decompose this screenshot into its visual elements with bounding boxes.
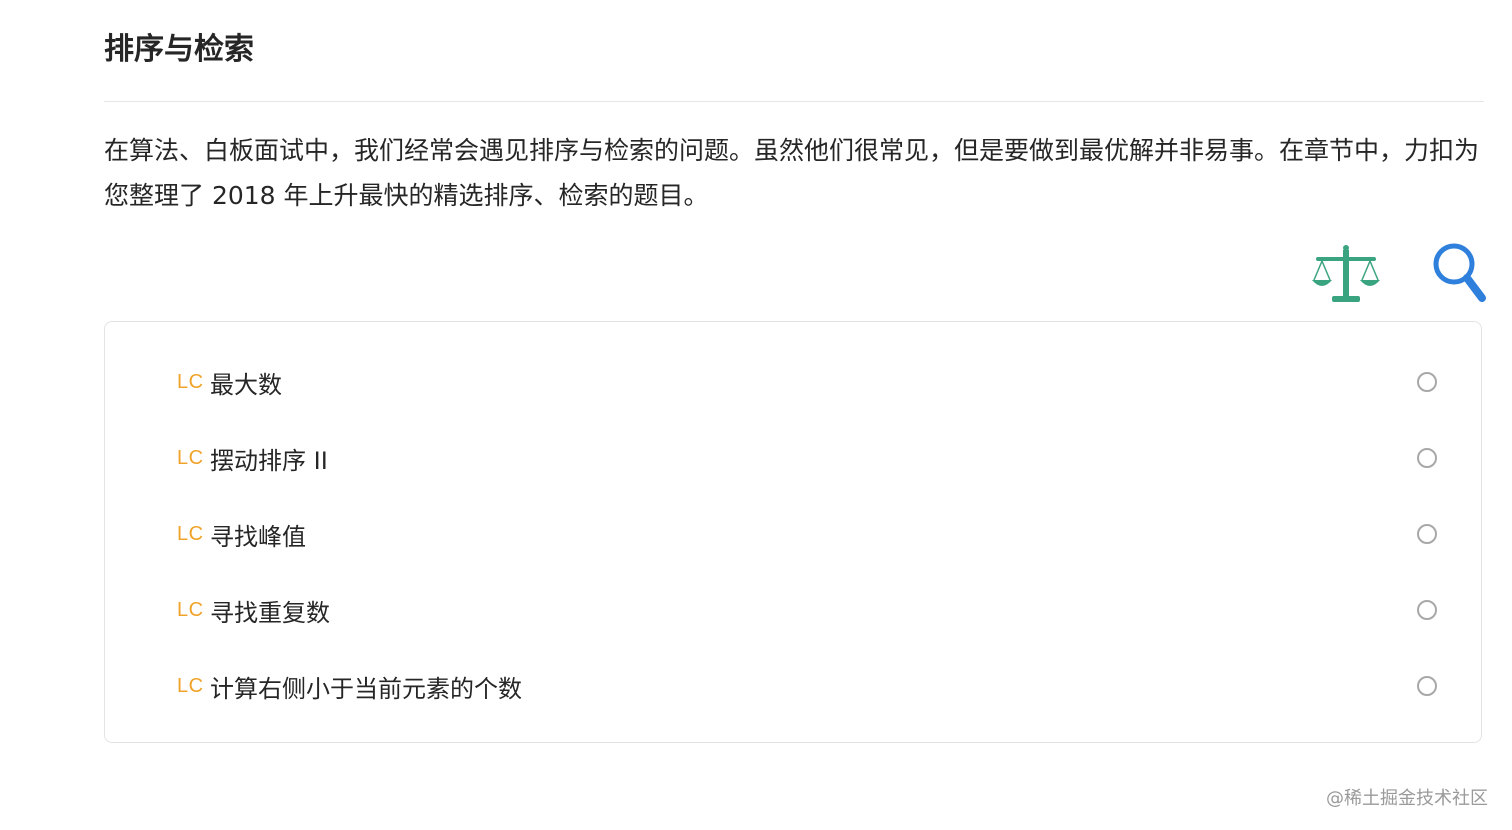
problem-title-link[interactable]: 寻找重复数 [210,593,330,628]
problem-item[interactable]: LC 摆动排序 II [105,420,1481,496]
scale-balance-icon [1312,245,1380,302]
lc-badge: LC [177,370,204,393]
problem-title-link[interactable]: 计算右侧小于当前元素的个数 [210,669,522,704]
problem-item[interactable]: LC 计算右侧小于当前元素的个数 [105,648,1481,724]
magnifier-icon [1433,243,1486,302]
problem-title-link[interactable]: 最大数 [210,365,282,400]
lc-badge: LC [177,674,204,697]
lc-badge: LC [177,446,204,469]
section-description: 在算法、白板面试中，我们经常会遇见排序与检索的问题。虽然他们很常见，但是要做到最… [104,136,1480,210]
title-divider [104,101,1484,102]
completion-radio[interactable] [1417,676,1437,696]
problem-item[interactable]: LC 寻找重复数 [105,572,1481,648]
completion-radio[interactable] [1417,600,1437,620]
problem-item[interactable]: LC 寻找峰值 [105,496,1481,572]
problem-title-link[interactable]: 寻找峰值 [210,517,306,552]
problem-item[interactable]: LC 最大数 [105,344,1481,420]
completion-radio[interactable] [1417,524,1437,544]
lc-badge: LC [177,598,204,621]
lc-badge: LC [177,522,204,545]
watermark: @稀土掘金技术社区 [1326,788,1488,809]
problem-list-card: LC 最大数 LC 摆动排序 II LC 寻找峰值 LC 寻找重复数 LC 计算… [104,321,1482,743]
completion-radio[interactable] [1417,448,1437,468]
completion-radio[interactable] [1417,372,1437,392]
problem-list: LC 最大数 LC 摆动排序 II LC 寻找峰值 LC 寻找重复数 LC 计算… [105,344,1481,724]
problem-title-link[interactable]: 摆动排序 II [210,441,328,476]
section-title: 排序与检索 [104,32,254,67]
